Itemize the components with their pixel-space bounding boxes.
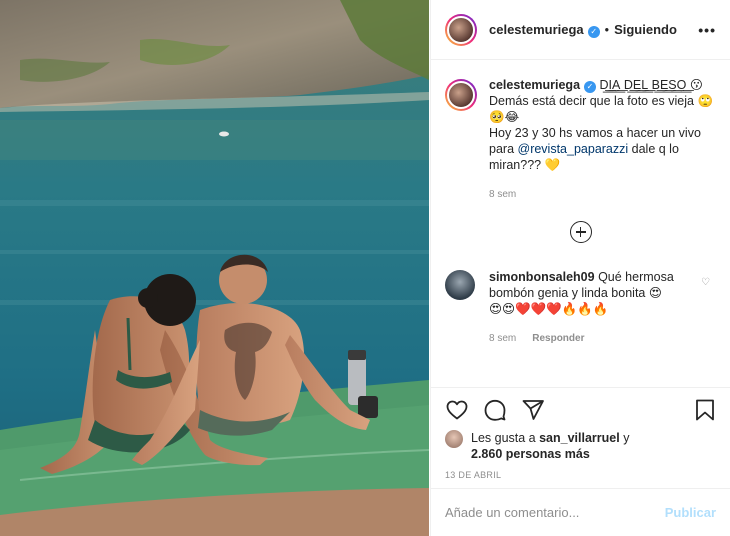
comment-emojis: 😍😍❤️❤️❤️🔥🔥🔥 xyxy=(489,302,609,316)
verified-badge-icon: ✓ xyxy=(584,81,597,93)
separator-dot: • xyxy=(604,22,610,37)
header-username[interactable]: celestemuriega ✓ xyxy=(489,22,600,38)
action-icons xyxy=(445,398,716,422)
liker-avatar[interactable] xyxy=(445,430,463,448)
caption: celestemuriega ✓ D͟͟I͟͟A͟͟ D͟͟E͟͟L͟͟ B͟͟E… xyxy=(445,77,716,203)
post-header: celestemuriega ✓ • Siguiendo ••• xyxy=(431,0,730,60)
mention-link[interactable]: @revista_paparazzi xyxy=(518,142,629,156)
likes-text: Les gusta a san_villarruel y 2.860 perso… xyxy=(471,430,629,462)
likes-summary[interactable]: Les gusta a san_villarruel y 2.860 perso… xyxy=(445,430,716,462)
photo-lake-couple xyxy=(0,0,429,536)
add-comment-bar: Publicar xyxy=(431,488,730,536)
comment-bubble-icon[interactable] xyxy=(483,398,507,422)
post-photo[interactable] xyxy=(0,0,429,536)
caption-username[interactable]: celestemuriega ✓ xyxy=(489,78,597,93)
likes-prefix: Les gusta a xyxy=(471,431,540,445)
caption-line1: D͟͟I͟͟A͟͟ D͟͟E͟͟L͟͟ B͟͟E͟͟S͟͟O͟͟ 😗 xyxy=(599,78,703,92)
caption-body: celestemuriega ✓ D͟͟I͟͟A͟͟ D͟͟E͟͟L͟͟ B͟͟E… xyxy=(489,77,716,203)
comment-time[interactable]: 8 sem xyxy=(489,333,516,344)
bookmark-icon[interactable] xyxy=(694,398,716,422)
comment-meta: 8 sem Responder xyxy=(489,331,689,347)
liker-username[interactable]: san_villarruel xyxy=(539,431,620,445)
more-options-icon[interactable]: ••• xyxy=(698,22,716,38)
load-more-comments[interactable] xyxy=(445,221,716,243)
comment-username[interactable]: simonbonsaleh09 xyxy=(489,270,595,284)
reply-button[interactable]: Responder xyxy=(532,333,584,344)
post-date[interactable]: 13 DE ABRIL xyxy=(445,470,716,480)
likes-middle: y xyxy=(619,431,630,445)
comments-section[interactable]: celestemuriega ✓ D͟͟I͟͟A͟͟ D͟͟E͟͟L͟͟ B͟͟E… xyxy=(431,61,730,387)
post-actions: Les gusta a san_villarruel y 2.860 perso… xyxy=(431,387,730,487)
post-details-panel: celestemuriega ✓ • Siguiendo ••• celestem… xyxy=(430,0,730,536)
paper-plane-icon[interactable] xyxy=(521,398,545,422)
plus-circle-icon[interactable] xyxy=(569,221,592,243)
verified-badge-icon: ✓ xyxy=(587,25,600,38)
comment-avatar[interactable] xyxy=(445,270,475,300)
avatar[interactable] xyxy=(445,13,477,46)
likes-count[interactable]: 2.860 personas más xyxy=(471,447,590,461)
comment-input[interactable] xyxy=(445,505,665,520)
comment-like-heart-icon[interactable]: ♡ xyxy=(701,277,710,288)
caption-time[interactable]: 8 sem xyxy=(489,189,516,200)
username-text[interactable]: celestemuriega xyxy=(489,22,584,37)
caption-meta: 8 sem xyxy=(489,187,716,203)
comment-item: simonbonsaleh09 Qué hermosa bombón genia… xyxy=(445,269,716,347)
heart-icon[interactable] xyxy=(445,398,469,422)
following-button[interactable]: Siguiendo xyxy=(614,22,677,37)
publish-button[interactable]: Publicar xyxy=(665,505,716,520)
caption-line2: Demás está decir que la foto es vieja 🙄🥺… xyxy=(489,94,714,124)
comment-body: simonbonsaleh09 Qué hermosa bombón genia… xyxy=(489,269,689,347)
caption-avatar[interactable] xyxy=(445,79,477,111)
